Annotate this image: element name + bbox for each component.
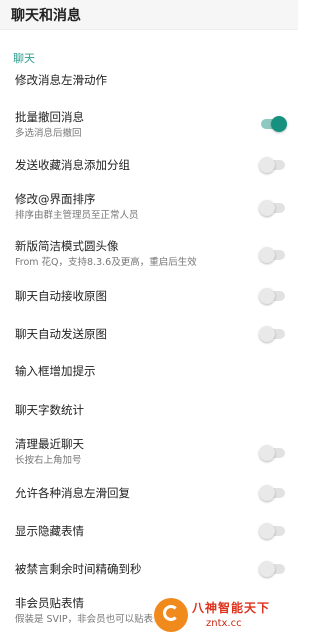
title-bar: 聊天和消息 bbox=[0, 0, 298, 30]
setting-label: 修改@界面排序 bbox=[15, 192, 96, 206]
setting-description: 长按右上角加号 bbox=[15, 455, 82, 466]
setting-row-clear-recent[interactable]: 清理最近聊天 长按右上角加号 bbox=[0, 436, 298, 468]
watermark-title: 八神智能天下 bbox=[192, 601, 271, 615]
watermark-logo-icon bbox=[154, 598, 188, 632]
toggle-knob bbox=[259, 326, 275, 342]
toggle-knob bbox=[259, 200, 275, 216]
toggle-switch[interactable] bbox=[261, 116, 287, 132]
toggle-switch[interactable] bbox=[259, 247, 285, 263]
setting-row-auto-receive-original[interactable]: 聊天自动接收原图 bbox=[0, 288, 298, 304]
toggle-switch[interactable] bbox=[259, 445, 285, 461]
setting-row-swipe-reply[interactable]: 允许各种消息左滑回复 bbox=[0, 485, 298, 501]
setting-label: 清理最近聊天 bbox=[15, 437, 84, 451]
toggle-knob bbox=[271, 116, 287, 132]
setting-label: 修改消息左滑动作 bbox=[15, 73, 107, 87]
watermark: 八神智能天下 zntx.cc bbox=[154, 596, 294, 636]
toggle-knob bbox=[259, 561, 275, 577]
setting-description: 多选消息后撤回 bbox=[15, 128, 82, 139]
setting-label: 聊天自动发送原图 bbox=[15, 327, 107, 341]
setting-row-batch-recall[interactable]: 批量撤回消息 多选消息后撤回 bbox=[0, 109, 298, 141]
toggle-switch[interactable] bbox=[259, 200, 285, 216]
section-header: 聊天 bbox=[13, 52, 35, 65]
watermark-url: zntx.cc bbox=[206, 618, 242, 629]
setting-row-at-sort[interactable]: 修改@界面排序 排序由群主管理员至正常人员 bbox=[0, 191, 298, 223]
setting-row-input-hint[interactable]: 输入框增加提示 bbox=[0, 363, 298, 379]
setting-row-round-avatar[interactable]: 新版简洁模式圆头像 From 花Q，支持8.3.6及更高，重启后生效 bbox=[0, 238, 298, 270]
setting-row-swipe-action[interactable]: 修改消息左滑动作 bbox=[0, 72, 298, 88]
setting-label: 聊天字数统计 bbox=[15, 403, 84, 417]
setting-label: 批量撤回消息 bbox=[15, 110, 84, 124]
toggle-knob bbox=[259, 288, 275, 304]
toggle-switch[interactable] bbox=[259, 326, 285, 342]
toggle-switch[interactable] bbox=[259, 523, 285, 539]
page-title: 聊天和消息 bbox=[11, 7, 81, 24]
setting-label: 输入框增加提示 bbox=[15, 364, 96, 378]
setting-label: 被禁言剩余时间精确到秒 bbox=[15, 562, 142, 576]
toggle-knob bbox=[259, 523, 275, 539]
setting-label: 允许各种消息左滑回复 bbox=[15, 486, 130, 500]
setting-label: 聊天自动接收原图 bbox=[15, 289, 107, 303]
setting-label: 显示隐藏表情 bbox=[15, 524, 84, 538]
setting-row-favorite-group[interactable]: 发送收藏消息添加分组 bbox=[0, 157, 298, 173]
setting-label: 发送收藏消息添加分组 bbox=[15, 158, 130, 172]
toggle-knob bbox=[259, 157, 275, 173]
setting-row-auto-send-original[interactable]: 聊天自动发送原图 bbox=[0, 326, 298, 342]
toggle-switch[interactable] bbox=[259, 288, 285, 304]
toggle-switch[interactable] bbox=[259, 561, 285, 577]
setting-row-word-count[interactable]: 聊天字数统计 bbox=[0, 402, 298, 418]
setting-row-mute-seconds[interactable]: 被禁言剩余时间精确到秒 bbox=[0, 561, 298, 577]
toggle-knob bbox=[259, 247, 275, 263]
toggle-switch[interactable] bbox=[259, 157, 285, 173]
setting-description: From 花Q，支持8.3.6及更高，重启后生效 bbox=[15, 257, 197, 268]
setting-label: 新版简洁模式圆头像 bbox=[15, 239, 119, 253]
toggle-switch[interactable] bbox=[259, 485, 285, 501]
setting-row-hidden-emoji[interactable]: 显示隐藏表情 bbox=[0, 523, 298, 539]
toggle-knob bbox=[259, 485, 275, 501]
setting-description: 排序由群主管理员至正常人员 bbox=[15, 210, 139, 221]
toggle-knob bbox=[259, 445, 275, 461]
